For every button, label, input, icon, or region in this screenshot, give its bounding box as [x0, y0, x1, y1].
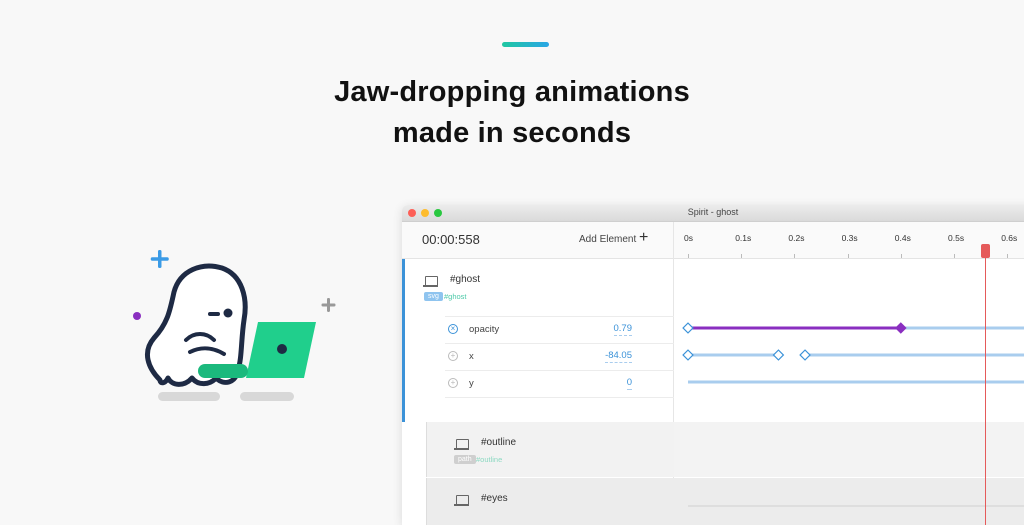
keyframe-diamond[interactable]: [682, 322, 694, 334]
tick-label: 0.3s: [841, 233, 858, 243]
class-label: #ghost: [444, 292, 467, 301]
layer-outline[interactable]: #outline path #outline: [426, 422, 674, 477]
window-titlebar: Spirit - ghost: [402, 205, 1024, 222]
accent-divider: [502, 42, 549, 47]
ghost-eye-open: [223, 308, 233, 318]
tick-label: 0.2s: [788, 233, 805, 243]
property-value[interactable]: 0: [626, 377, 632, 390]
tick-label: 0.6s: [1001, 233, 1018, 243]
laptop-base: [198, 364, 248, 378]
timecode-display[interactable]: 00:00:558: [422, 232, 480, 247]
property-name: x: [469, 351, 474, 362]
property-row-opacity[interactable]: × opacity 0.79: [445, 316, 676, 343]
tick-label: 0.5s: [948, 233, 965, 243]
tick-label: 0.4s: [894, 233, 911, 243]
app-window: Spirit - ghost 00:00:558 Add Element + #…: [402, 205, 1024, 525]
layer-icon: [423, 276, 438, 287]
add-circle-icon[interactable]: +: [448, 378, 458, 388]
class-label: #outline: [476, 455, 503, 464]
headline-line-1: Jaw-dropping animations: [334, 76, 690, 108]
property-name: y: [469, 378, 474, 389]
tag-badge: svg: [424, 292, 443, 301]
plus-icon[interactable]: +: [639, 229, 648, 247]
layer-ghost[interactable]: #ghost svg #ghost × opacity 0.79 + x -84…: [402, 259, 676, 422]
ghost-laptop-illustration: [133, 250, 336, 401]
layer-icon: [454, 439, 469, 450]
property-value[interactable]: -84.05: [605, 350, 632, 363]
sparkle-dot-icon: [133, 312, 141, 320]
sparkle-plus-gray-icon: [321, 298, 336, 312]
tick-label: 0.1s: [735, 233, 752, 243]
headline-line-2: made in seconds: [392, 117, 632, 149]
property-row-y[interactable]: + y 0: [445, 370, 676, 398]
layer-eyes[interactable]: #eyes: [426, 478, 674, 525]
keyframe-diamond[interactable]: [772, 349, 785, 361]
add-element-button[interactable]: Add Element: [579, 234, 636, 245]
time-header: 00:00:558 Add Element +: [402, 222, 673, 259]
property-name: opacity: [469, 324, 500, 335]
laptop-logo-dot: [277, 344, 287, 354]
window-title: Spirit - ghost: [687, 207, 739, 217]
headline: Jaw-dropping animations made in seconds: [0, 72, 1024, 154]
add-circle-icon[interactable]: +: [448, 351, 458, 361]
layer-name: #eyes: [481, 493, 508, 504]
playhead-line: [984, 258, 986, 525]
timeline-panel[interactable]: 0s 0.1s 0.2s 0.3s 0.4s 0.5s 0.6s: [674, 222, 1024, 525]
close-circle-icon[interactable]: ×: [448, 324, 458, 334]
layer-icon: [454, 495, 469, 506]
ghost-shadow-right: [240, 392, 294, 401]
tick-label: 0s: [684, 233, 693, 243]
layer-name: #ghost: [450, 274, 481, 285]
sparkle-plus-blue-icon: [150, 250, 169, 268]
property-row-x[interactable]: + x -84.05: [445, 343, 676, 370]
keyframe-diamond[interactable]: [682, 349, 694, 361]
time-ruler[interactable]: 0s 0.1s 0.2s 0.3s 0.4s 0.5s 0.6s: [674, 222, 1024, 259]
keyframe-diamond[interactable]: [799, 349, 811, 361]
tag-badge: path: [454, 455, 476, 464]
property-value[interactable]: 0.79: [613, 323, 632, 336]
keyframe-diamond-selected[interactable]: [895, 322, 907, 334]
layer-name: #outline: [481, 437, 517, 448]
layers-panel: 00:00:558 Add Element + #ghost svg #ghos…: [402, 222, 676, 525]
playhead-handle[interactable]: [980, 244, 990, 258]
keyframe-tracks[interactable]: [674, 258, 1024, 525]
ghost-shadow-left: [158, 392, 220, 401]
